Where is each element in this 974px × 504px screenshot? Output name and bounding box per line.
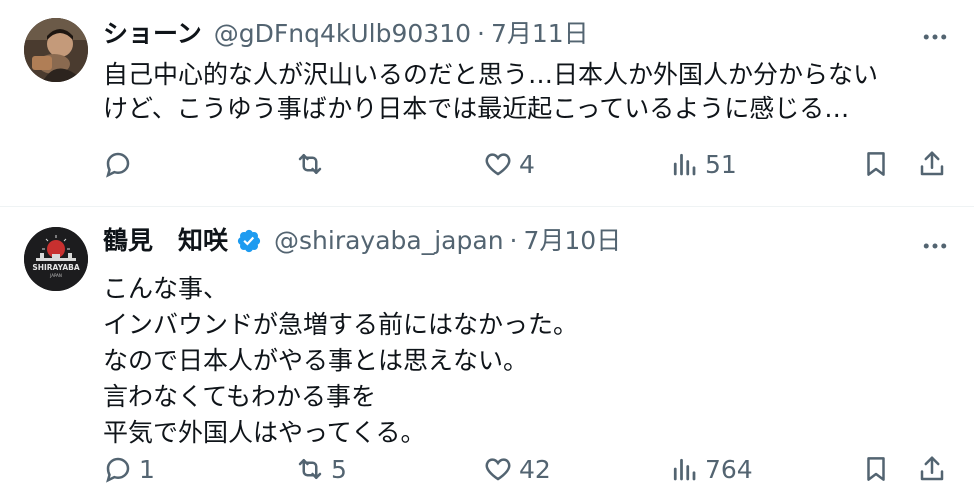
like-button[interactable]: 4 <box>483 148 535 180</box>
bookmark-icon <box>867 152 885 176</box>
tweet-header: 鶴見 知咲 @shirayaba_japan · 7月10日 <box>103 225 621 257</box>
share-icon <box>920 456 944 481</box>
avatar[interactable]: SHIRAYABA JAPAN <box>24 227 88 291</box>
tweet-text: 自己中心的な人が沢山いるのだと思う…日本人か外国人か分からない けど、こうゆう事… <box>103 60 879 123</box>
user-handle[interactable]: @gDFnq4kUlb90310 <box>214 18 471 50</box>
separator: · <box>509 226 518 255</box>
reply-button[interactable] <box>103 148 139 180</box>
user-handle[interactable]: @shirayaba_japan <box>274 225 504 257</box>
like-count: 42 <box>519 454 551 484</box>
tweet-date[interactable]: 7月10日 <box>524 225 622 257</box>
views-count: 764 <box>705 454 753 484</box>
reply-icon <box>106 152 130 178</box>
share-icon <box>920 151 944 176</box>
verified-badge-icon[interactable] <box>236 228 262 254</box>
profile-photo-icon <box>24 18 88 82</box>
retweet-button[interactable]: 5 <box>295 453 347 485</box>
display-name[interactable]: 鶴見 知咲 <box>103 225 228 257</box>
like-count: 4 <box>519 149 535 179</box>
svg-text:SHIRAYABA: SHIRAYABA <box>32 263 80 272</box>
share-button[interactable] <box>917 148 947 180</box>
analytics-icon <box>673 153 696 176</box>
retweet-count: 5 <box>331 454 347 484</box>
more-options-icon[interactable] <box>920 231 950 261</box>
retweet-icon <box>298 154 322 174</box>
reply-count: 1 <box>139 454 155 484</box>
tweet-header: ショーン @gDFnq4kUlb90310 · 7月11日 <box>103 18 589 50</box>
tweet-text: こんな事、 インバウンドが急増する前にはなかった。 なので日本人がやる事とは思え… <box>103 274 579 447</box>
views-button[interactable]: 51 <box>669 148 737 180</box>
tweet-date[interactable]: 7月11日 <box>491 18 589 50</box>
like-button[interactable]: 42 <box>483 453 551 485</box>
reply-icon <box>106 457 130 483</box>
views-count: 51 <box>705 149 737 179</box>
shirayaba-logo-icon: SHIRAYABA JAPAN <box>24 227 88 291</box>
heart-icon <box>485 458 511 481</box>
action-bar: 1 5 42 764 <box>103 453 953 485</box>
retweet-button[interactable] <box>295 148 331 180</box>
svg-text:JAPAN: JAPAN <box>49 273 62 278</box>
reply-button[interactable]: 1 <box>103 453 155 485</box>
avatar[interactable] <box>24 18 88 82</box>
share-button[interactable] <box>917 453 947 485</box>
bookmark-button[interactable] <box>861 148 891 180</box>
separator: · <box>477 19 485 48</box>
bookmark-icon <box>867 457 885 481</box>
tweet[interactable]: SHIRAYABA JAPAN 鶴見 知咲 @shirayaba_japan ·… <box>0 207 974 504</box>
action-bar: 4 51 <box>103 148 953 180</box>
tweet[interactable]: ショーン @gDFnq4kUlb90310 · 7月11日 自己中心的な人が沢山… <box>0 0 974 206</box>
display-name[interactable]: ショーン <box>103 18 202 50</box>
bookmark-button[interactable] <box>861 453 891 485</box>
retweet-icon <box>298 459 322 479</box>
heart-icon <box>485 153 511 176</box>
analytics-icon <box>673 458 696 481</box>
views-button[interactable]: 764 <box>669 453 753 485</box>
more-options-icon[interactable] <box>920 22 950 52</box>
